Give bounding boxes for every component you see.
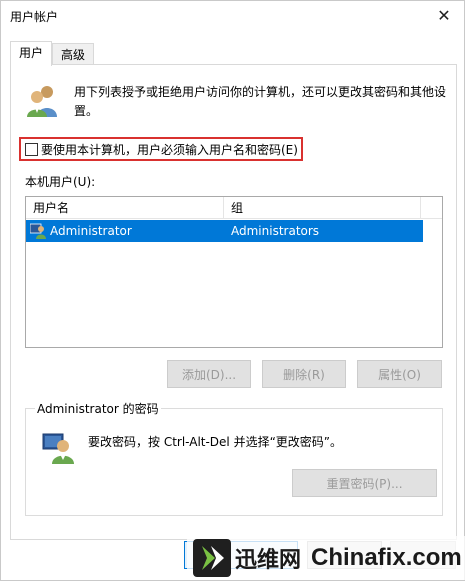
tab-advanced[interactable]: 高级: [52, 43, 95, 66]
close-icon[interactable]: ✕: [432, 4, 456, 26]
add-user-button[interactable]: 添加(D)...: [167, 360, 251, 388]
window-title: 用户帐户: [10, 10, 59, 24]
watermark-en-text: Chinafix.com: [311, 544, 462, 571]
require-password-checkbox[interactable]: [25, 142, 38, 156]
column-header-filler: [421, 197, 442, 218]
title-bar: 用户帐户 ✕: [1, 1, 464, 31]
remove-user-button[interactable]: 删除(R): [262, 360, 346, 388]
username-text: Administrator: [50, 224, 132, 238]
table-row[interactable]: Administrator Administrators: [26, 220, 423, 242]
users-icon: [27, 86, 57, 117]
properties-button[interactable]: 属性(O): [357, 360, 442, 388]
user-password-icon: [42, 433, 74, 464]
change-password-hint: 要改密码，按 Ctrl-Alt-Del 并选择“更改密码”。: [88, 435, 343, 449]
tab-users[interactable]: 用户: [10, 41, 53, 66]
user-accounts-window: 用户帐户 ✕ 用户 高级 用下列表授予或拒绝用户访问你的计算机，还可以更改其密码…: [0, 0, 465, 581]
require-password-option[interactable]: 要使用本计算机，用户必须输入用户名和密码(E): [19, 137, 303, 161]
tab-strip: 用户 高级: [10, 41, 95, 66]
users-tab-panel: 用下列表授予或拒绝用户访问你的计算机，还可以更改其密码和其他设置。 要使用本计算…: [10, 64, 457, 540]
chinafix-logo-icon: [193, 539, 231, 577]
reset-password-button[interactable]: 重置密码(P)...: [292, 469, 437, 497]
local-users-label: 本机用户(U):: [25, 175, 96, 189]
password-group-title: Administrator 的密码: [35, 400, 161, 417]
column-header-username[interactable]: 用户名: [26, 197, 224, 218]
username-cell: Administrator: [26, 220, 224, 242]
user-icon: [30, 223, 46, 239]
require-password-label: 要使用本计算机，用户必须输入用户名和密码(E): [41, 142, 298, 157]
users-list[interactable]: 用户名 组 Administrator Administrators: [25, 196, 443, 348]
users-list-header: 用户名 组: [26, 197, 442, 219]
watermark: 迅维网 Chinafix.com: [187, 536, 465, 580]
watermark-cn-text: 迅维网: [235, 548, 302, 573]
password-group: Administrator 的密码 要改密码，按 Ctrl-Alt-Del 并选…: [25, 400, 443, 516]
column-header-group[interactable]: 组: [224, 197, 421, 218]
group-cell: Administrators: [231, 224, 320, 238]
intro-description: 用下列表授予或拒绝用户访问你的计算机，还可以更改其密码和其他设置。: [74, 85, 447, 118]
